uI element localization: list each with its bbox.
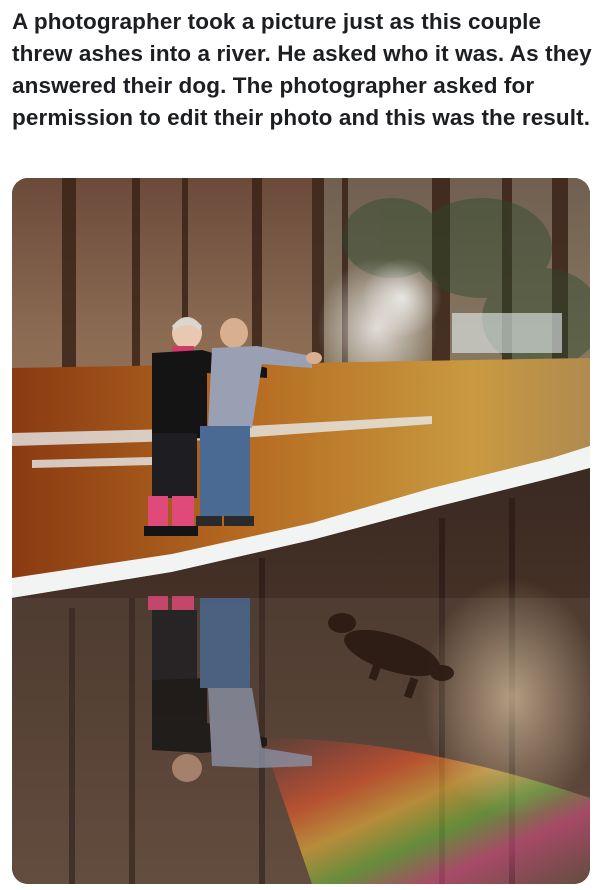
photo-illustration [12,178,590,884]
post-photo[interactable] [12,178,590,884]
post-text: A photographer took a picture just as th… [12,9,592,130]
